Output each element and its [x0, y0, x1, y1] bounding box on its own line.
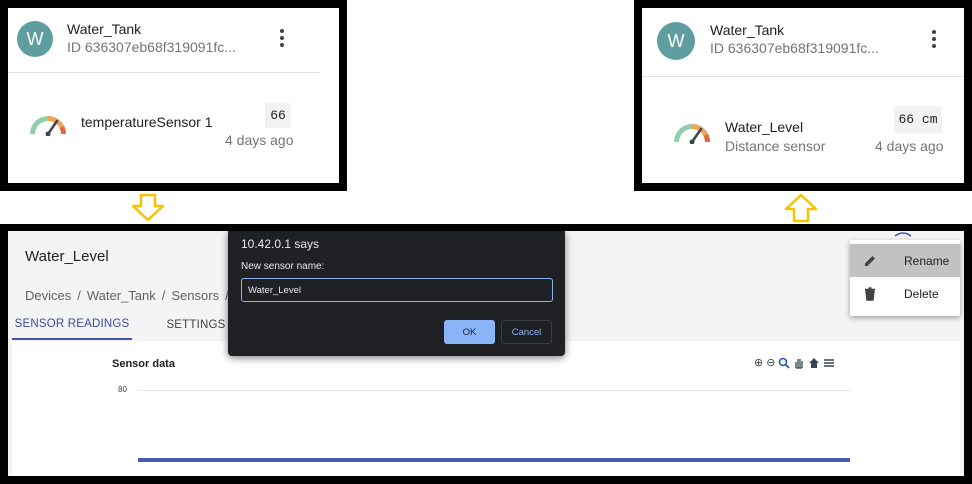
gridline: [138, 390, 850, 391]
sensor-name: temperatureSensor 1: [81, 114, 213, 130]
dialog-prompt-label: New sensor name:: [241, 261, 325, 272]
device-name: Water_Tank: [67, 21, 142, 37]
sensor-type: Distance sensor: [725, 138, 826, 154]
more-vert-icon[interactable]: [279, 29, 285, 47]
sensor-time-ago: 4 days ago: [225, 132, 294, 148]
sensor-detail-page: Water_Level Devices / Water_Tank / Senso…: [0, 224, 972, 484]
sensor-value: 66: [265, 103, 291, 128]
tab-settings[interactable]: SETTINGS: [156, 309, 236, 340]
cancel-button[interactable]: Cancel: [501, 320, 552, 344]
divider: [642, 76, 964, 77]
breadcrumb-sensors[interactable]: Sensors: [171, 288, 219, 303]
device-card-left: W Water_Tank ID 636307eb68f319091fc... t…: [0, 0, 347, 191]
chart-toolbar: ⊕ ⊖: [754, 357, 835, 369]
device-id: ID 636307eb68f319091fc...: [710, 40, 879, 56]
gauge-icon: [30, 116, 66, 136]
search-zoom-icon[interactable]: [778, 357, 791, 369]
device-avatar: W: [17, 21, 53, 57]
menu-item-delete[interactable]: Delete: [850, 277, 960, 310]
data-series-line: [138, 458, 850, 462]
sensor-time-ago: 4 days ago: [875, 138, 944, 154]
breadcrumb-separator: /: [161, 288, 166, 303]
divider: [8, 72, 320, 73]
sensor-name: Water_Level: [725, 119, 804, 135]
breadcrumb-device[interactable]: Water_Tank: [87, 288, 156, 303]
tab-sensor-readings[interactable]: SENSOR READINGS: [12, 309, 132, 340]
zoom-in-icon[interactable]: ⊕: [754, 357, 763, 369]
device-header[interactable]: W Water_Tank ID 636307eb68f319091fc...: [8, 8, 339, 72]
breadcrumb-devices[interactable]: Devices: [25, 288, 71, 303]
menu-item-rename[interactable]: Rename: [850, 244, 960, 277]
ok-button[interactable]: OK: [444, 320, 495, 344]
gauge-icon: [674, 124, 710, 144]
sensor-value: 66 cm: [894, 106, 942, 133]
arrow-up-icon: [784, 193, 818, 223]
rename-prompt-dialog: 10.42.0.1 says New sensor name: OK Cance…: [228, 231, 565, 356]
arrow-down-icon: [131, 193, 165, 222]
menu-icon[interactable]: [823, 357, 835, 369]
pencil-icon: [865, 255, 875, 266]
sensor-chart: Sensor data ⊕ ⊖ 80: [12, 341, 960, 476]
sensor-name-input[interactable]: [241, 278, 553, 302]
menu-label-delete: Delete: [904, 286, 939, 301]
breadcrumb: Devices / Water_Tank / Sensors / V: [25, 288, 243, 303]
breadcrumb-separator: /: [77, 288, 81, 303]
device-card-right: W Water_Tank ID 636307eb68f319091fc... W…: [634, 0, 972, 191]
device-name: Water_Tank: [710, 22, 785, 38]
more-vert-icon[interactable]: [931, 30, 937, 48]
dialog-origin: 10.42.0.1 says: [241, 237, 320, 251]
menu-label-rename: Rename: [904, 253, 950, 268]
pan-hand-icon[interactable]: [793, 357, 805, 369]
sensor-context-menu: Rename Delete: [850, 240, 960, 316]
device-header[interactable]: W Water_Tank ID 636307eb68f319091fc...: [642, 8, 964, 72]
zoom-out-icon[interactable]: ⊖: [766, 357, 775, 369]
device-avatar: W: [657, 22, 695, 60]
page-title: Water_Level: [25, 248, 109, 265]
trash-icon: [865, 286, 875, 301]
chart-title: Sensor data: [112, 358, 175, 370]
device-id: ID 636307eb68f319091fc...: [67, 39, 236, 55]
wifi-icon: [894, 232, 912, 237]
home-icon[interactable]: [808, 357, 820, 369]
y-axis-tick: 80: [118, 385, 127, 394]
